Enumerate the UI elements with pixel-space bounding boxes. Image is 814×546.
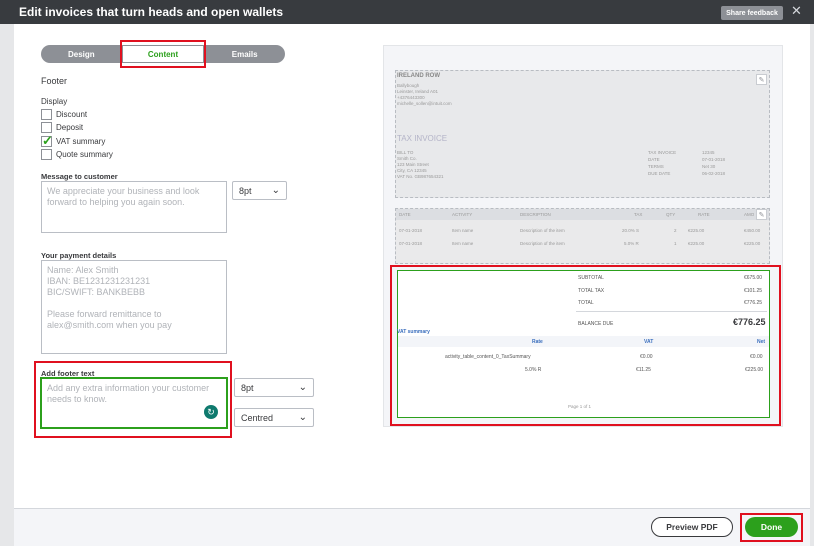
tab-design[interactable]: Design — [41, 45, 122, 63]
table-header: RATE — [698, 212, 710, 217]
table-cell: €225.00 — [744, 241, 761, 246]
bill-to-line: Smith Co. — [397, 156, 417, 161]
table-cell: Item name — [452, 241, 474, 246]
bill-to-line: City, CA 12345 — [397, 168, 427, 173]
payment-label: Your payment details — [41, 251, 117, 260]
table-cell: Description of the item — [520, 228, 565, 233]
chevron-down-icon: ⌄ — [298, 412, 307, 423]
table-header: DATE — [399, 212, 411, 217]
message-font-size-value: 8pt — [239, 185, 252, 196]
company-line: Ballybough — [397, 83, 420, 88]
footer-align-value: Centred — [241, 412, 274, 423]
tab-emails[interactable]: Emails — [204, 45, 285, 63]
table-cell: 20.0% S — [622, 228, 640, 233]
deposit-label: Deposit — [56, 123, 84, 132]
table-cell: Item name — [452, 228, 474, 233]
meta-key: DUE DATE — [648, 171, 671, 176]
meta-value: 12345 — [702, 150, 715, 155]
table-cell: Description of the item — [520, 241, 565, 246]
table-cell: €225.00 — [688, 228, 705, 233]
highlight-footer-text — [34, 361, 232, 438]
preview-pdf-button[interactable]: Preview PDF — [651, 517, 733, 537]
highlight-content-tab — [120, 40, 206, 68]
table-cell: 2 — [674, 228, 677, 233]
deposit-checkbox[interactable] — [41, 122, 52, 133]
title-bar: Edit invoices that turn heads and open w… — [0, 0, 814, 24]
meta-value: Net 30 — [702, 164, 716, 169]
dialog-title: Edit invoices that turn heads and open w… — [19, 5, 284, 19]
pencil-icon[interactable]: ✎ — [756, 74, 767, 85]
bill-to-line: VAT No. GB987654321 — [397, 174, 444, 179]
bill-to-label: BILL TO — [397, 150, 414, 155]
pencil-icon[interactable]: ✎ — [756, 209, 767, 220]
company-line: michelle_sollen@intuit.com — [397, 101, 452, 106]
footer-align-select[interactable]: Centred ⌄ — [234, 408, 314, 427]
quote-summary-label: Quote summary — [56, 150, 113, 159]
discount-label: Discount — [56, 110, 88, 119]
table-cell: 5.0% R — [624, 241, 639, 246]
table-header: QTY — [666, 212, 676, 217]
meta-value: 07-01-2018 — [702, 157, 726, 162]
highlight-done-button — [740, 513, 803, 542]
bill-to-line: 123 Main Street — [397, 162, 429, 167]
table-header: AMO — [744, 212, 755, 217]
company-line: Leinster, Ireland A01 — [397, 89, 439, 94]
payment-textarea[interactable]: Name: Alex Smith IBAN: BE1231231231231 B… — [41, 260, 227, 354]
chevron-down-icon: ⌄ — [271, 185, 280, 196]
preview-header-section[interactable] — [395, 70, 770, 198]
chevron-down-icon: ⌄ — [298, 382, 307, 393]
doc-title: TAX INVOICE — [397, 134, 448, 143]
meta-key: DATE — [648, 157, 660, 162]
meta-key: TERMS — [648, 164, 664, 169]
table-cell: 07-01-2018 — [399, 241, 423, 246]
vat-summary-checkbox[interactable] — [41, 133, 53, 149]
discount-checkbox[interactable] — [41, 109, 52, 120]
footer-font-size-value: 8pt — [241, 382, 254, 393]
meta-value: 06-02-2018 — [702, 171, 726, 176]
table-cell: 1 — [674, 241, 677, 246]
table-header: TAX — [634, 212, 643, 217]
meta-key: TAX INVOICE — [648, 150, 677, 155]
section-title: Footer — [41, 76, 68, 86]
highlight-preview-footer — [390, 265, 781, 426]
company-name: IRELAND ROW — [397, 73, 440, 79]
display-label: Display — [41, 97, 68, 106]
close-icon[interactable]: ✕ — [791, 3, 802, 19]
vat-summary-label: VAT summary — [56, 137, 106, 146]
table-header: DESCRIPTION — [520, 212, 551, 217]
table-cell: 07-01-2018 — [399, 228, 423, 233]
table-cell: €450.00 — [744, 228, 761, 233]
message-textarea[interactable]: We appreciate your business and look for… — [41, 181, 227, 233]
message-label: Message to customer — [41, 172, 118, 181]
table-cell: €225.00 — [688, 241, 705, 246]
message-font-size-select[interactable]: 8pt ⌄ — [232, 181, 287, 200]
company-line: +4376443300 — [397, 95, 425, 100]
quote-summary-checkbox[interactable] — [41, 149, 52, 160]
share-feedback-button[interactable]: Share feedback — [721, 6, 783, 20]
footer-font-size-select[interactable]: 8pt ⌄ — [234, 378, 314, 397]
table-header: ACTIVITY — [452, 212, 473, 217]
